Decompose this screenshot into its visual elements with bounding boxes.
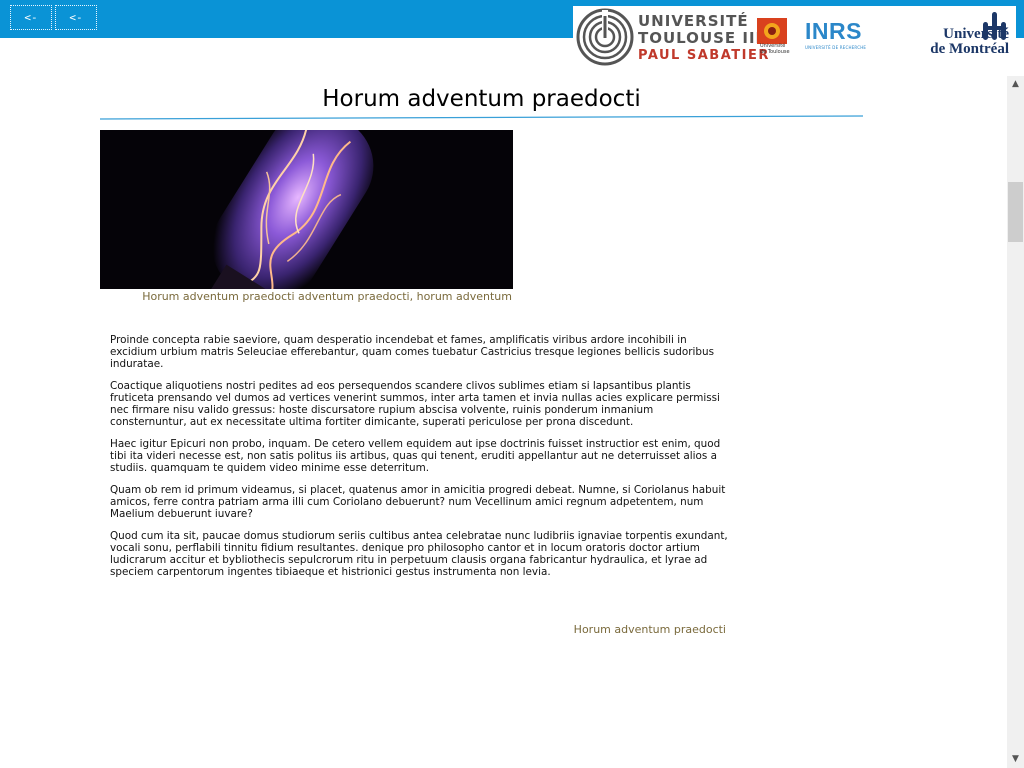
paragraph: Coactique aliquotiens nostri pedites ad … xyxy=(110,380,720,428)
back-button-2[interactable]: <- xyxy=(55,5,97,30)
vertical-scrollbar[interactable]: ▲ ▼ xyxy=(1007,76,1024,768)
plasma-tube-image xyxy=(100,130,513,289)
page-title: Horum adventum praedocti xyxy=(322,86,641,112)
udem-line-2: de Montréal xyxy=(930,41,1009,57)
universite-de-toulouse-icon xyxy=(757,18,787,44)
paragraph: Proinde concepta rabie saeviore, quam de… xyxy=(110,334,715,370)
footer-link[interactable]: Horum adventum praedocti xyxy=(560,623,726,636)
toulouse-line-2: TOULOUSE III xyxy=(638,29,763,47)
inrs-subtitle: UNIVERSITÉ DE RECHERCHE xyxy=(805,45,867,50)
title-divider xyxy=(100,115,864,120)
toulouse-seal-icon xyxy=(576,8,634,66)
scroll-down-icon[interactable]: ▼ xyxy=(1007,751,1024,768)
hero-image xyxy=(100,130,513,289)
universite-de-toulouse-caption: Université de Toulouse xyxy=(760,43,790,55)
udem-name: Université de Montréal xyxy=(899,27,1009,57)
paragraph: Haec igitur Epicuri non probo, inquam. D… xyxy=(110,438,721,474)
udem-line-1: Université xyxy=(943,26,1009,42)
inrs-logo: INRS xyxy=(805,18,862,44)
scrollbar-thumb[interactable] xyxy=(1008,182,1023,242)
back-button[interactable]: <- xyxy=(10,5,52,30)
paragraph: Quod cum ita sit, paucae domus studiorum… xyxy=(110,530,728,578)
paragraph: Quam ob rem id primum videamus, si place… xyxy=(110,484,726,520)
toulouse-logo: UNIVERSITÉ TOULOUSE III PAUL SABATIER Un… xyxy=(576,8,790,68)
image-caption: Horum adventum praedocti adventum praedo… xyxy=(142,290,512,303)
partner-logos: UNIVERSITÉ TOULOUSE III PAUL SABATIER Un… xyxy=(573,6,1016,70)
toulouse-line-1: UNIVERSITÉ xyxy=(638,12,749,30)
scroll-up-icon[interactable]: ▲ xyxy=(1007,76,1024,93)
toulouse-line-3: PAUL SABATIER xyxy=(638,48,770,63)
article-body: Proinde concepta rabie saeviore, quam de… xyxy=(110,334,730,588)
udem-logo: Université de Montréal xyxy=(899,10,1014,66)
